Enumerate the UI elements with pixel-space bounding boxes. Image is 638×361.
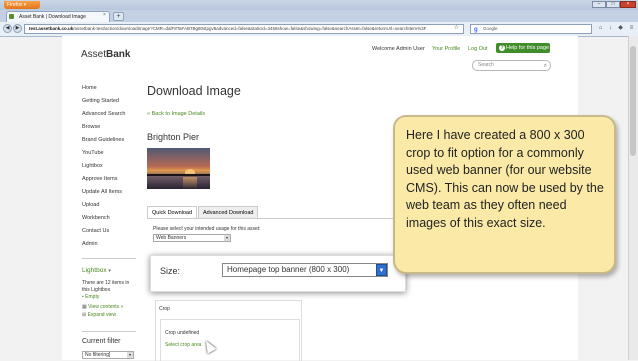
site-search-placeholder: Search [478, 62, 494, 68]
lightbox-view-contents-link[interactable]: ▦ View contents » [82, 304, 123, 310]
your-profile-link[interactable]: Your Profile [432, 46, 460, 52]
sidebar-item-update-all-items[interactable]: Update All Items [82, 189, 122, 195]
logo-bank-text: Bank [106, 49, 131, 60]
size-label: Size: [160, 266, 181, 276]
sidebar-item-youtube[interactable]: YouTube [82, 150, 104, 156]
maximize-icon[interactable]: □ [606, 1, 620, 8]
google-icon: g [474, 27, 478, 33]
pier-silhouette [147, 174, 210, 176]
crop-inner-panel [160, 319, 300, 361]
sidebar-item-advanced-search[interactable]: Advanced Search [82, 111, 125, 117]
sidebar-divider [82, 331, 136, 332]
minimize-icon[interactable]: – [592, 1, 606, 8]
sidebar-item-browse[interactable]: Browse [82, 124, 100, 130]
tab-advanced-download[interactable]: Advanced Download [198, 206, 259, 218]
sidebar-item-contact-us[interactable]: Contact Us [82, 228, 109, 234]
sidebar-divider [82, 258, 136, 259]
lightbox-expand-label: Expand view [87, 312, 116, 318]
usage-select[interactable]: Web Banners ▾ [153, 234, 231, 242]
water-reflection [183, 177, 197, 189]
close-window-icon[interactable]: × [620, 1, 636, 8]
grid-icon: ▦ [82, 304, 87, 310]
lightbox-dropdown-icon[interactable]: ▾ [108, 268, 111, 274]
assetbank-logo[interactable]: AssetBank [81, 49, 130, 60]
url-domain: test.assetbank.co.uk [29, 26, 74, 31]
site-search-input[interactable]: Search ⌕ [472, 60, 551, 71]
crop-status: Crop undefined [165, 330, 200, 336]
size-select-value: Homepage top banner (800 x 300) [227, 265, 350, 274]
tab-close-icon[interactable]: × [103, 12, 106, 18]
addon-icon[interactable]: ◆ [616, 24, 625, 33]
current-filter-heading: Current filter [82, 338, 121, 345]
filter-select-value: No filtering] [85, 352, 111, 358]
sidebar-item-admin[interactable]: Admin [82, 241, 98, 247]
callout-text: Here I have created a 800 x 300 crop to … [406, 128, 604, 230]
help-button[interactable]: ? Help for this page [496, 43, 550, 53]
sidebar-item-brand-guidelines[interactable]: Brand Guidelines [82, 137, 124, 143]
chevron-down-icon: ▾ [224, 235, 230, 241]
scrollbar-thumb[interactable] [630, 46, 636, 156]
lightbox-count: There are 12 items in this Lightbox [82, 280, 130, 293]
lightbox-empty-label: Empty [85, 294, 100, 300]
trash-icon: ▪ [82, 294, 84, 300]
browser-tab[interactable]: Asset Bank | Download Image [6, 11, 110, 22]
welcome-text: Welcome Admin User [372, 46, 425, 52]
favicon-icon [9, 14, 14, 19]
lightbox-heading-label: Lightbox [82, 267, 107, 274]
menu-icon[interactable]: ≡ [627, 24, 636, 33]
lightbox-empty-link[interactable]: ▪ Empty [82, 294, 99, 300]
sidebar-item-workbench[interactable]: Workbench [82, 215, 110, 221]
usage-select-value: Web Banners [156, 235, 187, 241]
address-bar[interactable]: test.assetbank.co.uk/assetbank-test/acti… [24, 24, 464, 34]
image-thumbnail[interactable] [147, 148, 210, 189]
download-icon[interactable]: ↓ [606, 24, 615, 33]
forward-arrow-icon[interactable]: ▶ [13, 24, 22, 33]
browser-search-box[interactable]: g Google [470, 24, 592, 34]
log-out-link[interactable]: Log Out [468, 46, 488, 52]
lightbox-expand-link[interactable]: ⊞ Expand view [82, 312, 116, 318]
browser-title-bar [0, 0, 638, 10]
url-path: /assetbank-test/action/downloadImage?CMR… [73, 26, 427, 31]
logo-asset-text: Asset [81, 49, 107, 60]
back-to-image-details-link[interactable]: « Back to Image Details [147, 111, 205, 117]
filter-select[interactable]: No filtering] ▾ [82, 351, 134, 359]
tab-crop[interactable]: Crop [159, 306, 170, 312]
sidebar-item-approve-items[interactable]: Approve Items [82, 176, 117, 182]
usage-prompt: Please select your intended usage for th… [153, 226, 261, 232]
firefox-menu-button[interactable]: Firefox ▾ [4, 1, 40, 9]
browser-tab-title: Asset Bank | Download Image [19, 14, 86, 20]
tab-quick-download[interactable]: Quick Download [147, 206, 198, 218]
page-title: Download Image [147, 84, 241, 98]
select-crop-area-link[interactable]: Select crop area [165, 342, 201, 348]
new-tab-button[interactable]: + [113, 12, 124, 21]
chevron-down-icon: ▾ [127, 352, 133, 358]
firefox-menu-label: Firefox [7, 2, 23, 8]
home-icon[interactable]: ⌂ [596, 24, 605, 33]
expand-icon: ⊞ [82, 312, 87, 318]
bookmark-star-icon[interactable]: ☆ [452, 24, 461, 33]
sidebar-item-upload[interactable]: Upload [82, 202, 99, 208]
sidebar-item-getting-started[interactable]: Getting Started [82, 98, 119, 104]
lightbox-heading[interactable]: Lightbox ▾ [82, 267, 111, 274]
sidebar-item-lightbox[interactable]: Lightbox [82, 163, 103, 169]
size-select[interactable]: Homepage top banner (800 x 300) [222, 263, 388, 277]
lightbox-view-contents-label: View contents » [88, 304, 124, 310]
sidebar-item-home[interactable]: Home [82, 85, 97, 91]
search-icon[interactable]: ⌕ [544, 62, 547, 71]
back-arrow-icon[interactable]: ◀ [3, 24, 12, 33]
image-title: Brighton Pier [147, 132, 200, 142]
help-label: Help for this page [506, 45, 550, 51]
chevron-down-icon[interactable]: ▼ [376, 264, 387, 276]
help-icon: ? [499, 45, 505, 51]
browser-search-placeholder: Google [483, 26, 498, 31]
